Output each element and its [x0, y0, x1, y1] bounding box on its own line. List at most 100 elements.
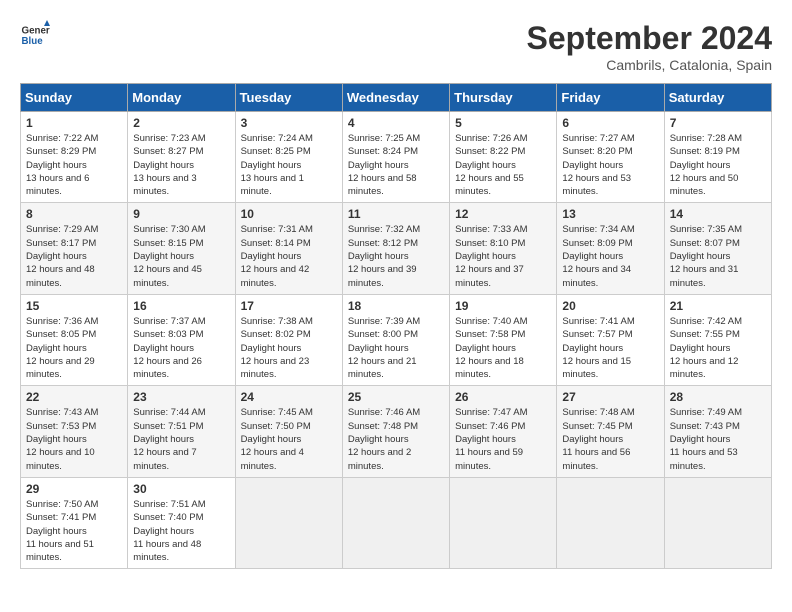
sunrise-time: 7:31 AM	[278, 224, 313, 235]
daylight-label: Daylight hours	[455, 160, 516, 171]
daylight-label: Daylight hours	[348, 434, 409, 445]
sunset-label: Sunset:	[26, 146, 61, 157]
col-sunday: Sunday	[21, 84, 128, 112]
sunset-label: Sunset:	[133, 146, 168, 157]
cell-content: Sunrise: 7:45 AM Sunset: 7:50 PM Dayligh…	[241, 406, 337, 472]
col-tuesday: Tuesday	[235, 84, 342, 112]
day-number: 5	[455, 116, 551, 130]
daylight-duration: 12 hours and 10 minutes.	[26, 447, 95, 471]
sunset-time: 7:48 PM	[383, 421, 418, 432]
sunrise-label: Sunrise:	[348, 133, 386, 144]
table-row: 11 Sunrise: 7:32 AM Sunset: 8:12 PM Dayl…	[342, 203, 449, 294]
sunset-time: 8:09 PM	[597, 238, 632, 249]
sunrise-time: 7:27 AM	[600, 133, 635, 144]
daylight-label: Daylight hours	[455, 251, 516, 262]
cell-content: Sunrise: 7:48 AM Sunset: 7:45 PM Dayligh…	[562, 406, 658, 472]
daylight-duration: 12 hours and 58 minutes.	[348, 173, 417, 197]
daylight-label: Daylight hours	[26, 526, 87, 537]
table-row: 3 Sunrise: 7:24 AM Sunset: 8:25 PM Dayli…	[235, 112, 342, 203]
day-number: 19	[455, 299, 551, 313]
daylight-label: Daylight hours	[241, 343, 302, 354]
daylight-duration: 13 hours and 1 minute.	[241, 173, 304, 197]
table-row: 30 Sunrise: 7:51 AM Sunset: 7:40 PM Dayl…	[128, 477, 235, 568]
sunrise-time: 7:25 AM	[385, 133, 420, 144]
sunset-time: 8:14 PM	[275, 238, 310, 249]
daylight-duration: 12 hours and 31 minutes.	[670, 264, 739, 288]
table-row	[450, 477, 557, 568]
table-row: 5 Sunrise: 7:26 AM Sunset: 8:22 PM Dayli…	[450, 112, 557, 203]
day-number: 17	[241, 299, 337, 313]
day-number: 1	[26, 116, 122, 130]
cell-content: Sunrise: 7:34 AM Sunset: 8:09 PM Dayligh…	[562, 223, 658, 289]
sunset-label: Sunset:	[670, 421, 705, 432]
cell-content: Sunrise: 7:40 AM Sunset: 7:58 PM Dayligh…	[455, 315, 551, 381]
cell-content: Sunrise: 7:42 AM Sunset: 7:55 PM Dayligh…	[670, 315, 766, 381]
daylight-label: Daylight hours	[670, 343, 731, 354]
sunrise-time: 7:30 AM	[171, 224, 206, 235]
sunset-label: Sunset:	[241, 146, 276, 157]
table-row: 25 Sunrise: 7:46 AM Sunset: 7:48 PM Dayl…	[342, 386, 449, 477]
table-row: 12 Sunrise: 7:33 AM Sunset: 8:10 PM Dayl…	[450, 203, 557, 294]
table-row: 7 Sunrise: 7:28 AM Sunset: 8:19 PM Dayli…	[664, 112, 771, 203]
sunset-label: Sunset:	[241, 329, 276, 340]
table-row: 8 Sunrise: 7:29 AM Sunset: 8:17 PM Dayli…	[21, 203, 128, 294]
day-number: 23	[133, 390, 229, 404]
table-row	[664, 477, 771, 568]
sunrise-label: Sunrise:	[670, 407, 708, 418]
daylight-duration: 11 hours and 48 minutes.	[133, 539, 201, 563]
daylight-duration: 12 hours and 37 minutes.	[455, 264, 524, 288]
sunrise-label: Sunrise:	[562, 316, 600, 327]
sunset-time: 8:03 PM	[168, 329, 203, 340]
table-row	[342, 477, 449, 568]
sunrise-time: 7:39 AM	[385, 316, 420, 327]
daylight-duration: 12 hours and 34 minutes.	[562, 264, 631, 288]
sunset-time: 8:12 PM	[383, 238, 418, 249]
daylight-duration: 12 hours and 23 minutes.	[241, 356, 310, 380]
table-row: 20 Sunrise: 7:41 AM Sunset: 7:57 PM Dayl…	[557, 294, 664, 385]
sunset-time: 8:10 PM	[490, 238, 525, 249]
location-subtitle: Cambrils, Catalonia, Spain	[527, 57, 772, 73]
daylight-label: Daylight hours	[133, 160, 194, 171]
daylight-duration: 11 hours and 59 minutes.	[455, 447, 523, 471]
table-row: 19 Sunrise: 7:40 AM Sunset: 7:58 PM Dayl…	[450, 294, 557, 385]
calendar-row-3: 15 Sunrise: 7:36 AM Sunset: 8:05 PM Dayl…	[21, 294, 772, 385]
sunrise-time: 7:50 AM	[64, 499, 99, 510]
sunrise-label: Sunrise:	[241, 316, 279, 327]
sunrise-label: Sunrise:	[26, 224, 64, 235]
sunrise-label: Sunrise:	[133, 499, 171, 510]
daylight-duration: 11 hours and 53 minutes.	[670, 447, 738, 471]
sunrise-time: 7:26 AM	[493, 133, 528, 144]
sunset-label: Sunset:	[455, 238, 490, 249]
day-number: 12	[455, 207, 551, 221]
day-number: 25	[348, 390, 444, 404]
sunrise-time: 7:24 AM	[278, 133, 313, 144]
cell-content: Sunrise: 7:26 AM Sunset: 8:22 PM Dayligh…	[455, 132, 551, 198]
day-number: 29	[26, 482, 122, 496]
sunset-time: 7:43 PM	[705, 421, 740, 432]
daylight-duration: 12 hours and 45 minutes.	[133, 264, 202, 288]
sunrise-label: Sunrise:	[133, 316, 171, 327]
daylight-label: Daylight hours	[562, 251, 623, 262]
sunrise-label: Sunrise:	[562, 407, 600, 418]
daylight-duration: 12 hours and 55 minutes.	[455, 173, 524, 197]
calendar-row-1: 1 Sunrise: 7:22 AM Sunset: 8:29 PM Dayli…	[21, 112, 772, 203]
sunrise-time: 7:51 AM	[171, 499, 206, 510]
table-row: 22 Sunrise: 7:43 AM Sunset: 7:53 PM Dayl…	[21, 386, 128, 477]
daylight-label: Daylight hours	[241, 251, 302, 262]
sunset-label: Sunset:	[133, 238, 168, 249]
cell-content: Sunrise: 7:24 AM Sunset: 8:25 PM Dayligh…	[241, 132, 337, 198]
cell-content: Sunrise: 7:50 AM Sunset: 7:41 PM Dayligh…	[26, 498, 122, 564]
daylight-duration: 12 hours and 12 minutes.	[670, 356, 739, 380]
sunset-label: Sunset:	[26, 512, 61, 523]
sunrise-label: Sunrise:	[562, 133, 600, 144]
sunrise-time: 7:41 AM	[600, 316, 635, 327]
sunset-label: Sunset:	[348, 146, 383, 157]
table-row: 23 Sunrise: 7:44 AM Sunset: 7:51 PM Dayl…	[128, 386, 235, 477]
cell-content: Sunrise: 7:49 AM Sunset: 7:43 PM Dayligh…	[670, 406, 766, 472]
daylight-label: Daylight hours	[348, 160, 409, 171]
daylight-label: Daylight hours	[133, 343, 194, 354]
cell-content: Sunrise: 7:29 AM Sunset: 8:17 PM Dayligh…	[26, 223, 122, 289]
daylight-duration: 12 hours and 29 minutes.	[26, 356, 95, 380]
sunrise-time: 7:43 AM	[64, 407, 99, 418]
sunset-time: 8:22 PM	[490, 146, 525, 157]
